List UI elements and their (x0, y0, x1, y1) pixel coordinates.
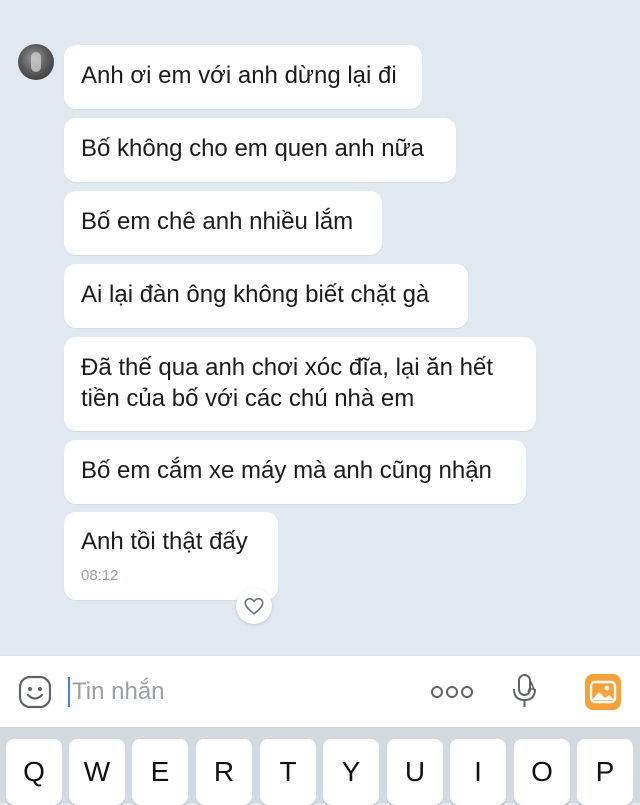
key-w[interactable]: W (69, 739, 125, 805)
message-bubble[interactable]: Bố em cắm xe máy mà anh cũng nhận (64, 440, 526, 504)
message-text: Bố không cho em quen anh nữa (81, 135, 424, 162)
message-bubble[interactable]: Bố không cho em quen anh nữa (64, 118, 456, 182)
message-text: Bố em cắm xe máy mà anh cũng nhận (81, 457, 492, 484)
message-bubble[interactable]: Đã thế qua anh chơi xóc đĩa, lại ăn hết … (64, 337, 536, 431)
key-i[interactable]: I (450, 739, 506, 805)
message-timestamp: 08:12 (81, 567, 119, 584)
key-e[interactable]: E (132, 739, 188, 805)
keyboard: Q W E R T Y U I O P (0, 727, 640, 805)
heart-icon (244, 597, 264, 615)
emoji-icon[interactable] (18, 675, 52, 709)
message-text: Anh tồi thật đấy (81, 528, 248, 555)
mic-icon[interactable] (510, 672, 540, 710)
gallery-icon (589, 680, 617, 704)
chat-area: Anh ơi em với anh dừng lại đi Bố không c… (0, 0, 640, 655)
more-icon[interactable] (430, 684, 474, 700)
message-bubble[interactable]: Anh tồi thật đấy 08:12 (64, 512, 278, 600)
message-text: Anh ơi em với anh dừng lại đi (81, 62, 397, 89)
message-text: Ai lại đàn ông không biết chặt gà (81, 281, 430, 308)
message-input-bar: Tin nhắn (0, 655, 640, 728)
message-bubble[interactable]: Anh ơi em với anh dừng lại đi (64, 45, 422, 109)
key-o[interactable]: O (514, 739, 570, 805)
key-y[interactable]: Y (323, 739, 379, 805)
message-input[interactable]: Tin nhắn (72, 677, 165, 707)
message-bubble[interactable]: Ai lại đàn ông không biết chặt gà (64, 264, 468, 328)
react-heart-button[interactable] (236, 588, 272, 624)
message-text-line: tiền của bố với các chú nhà em (81, 385, 415, 412)
sender-avatar[interactable] (18, 44, 54, 80)
text-caret (68, 677, 70, 707)
key-p[interactable]: P (577, 739, 633, 805)
key-u[interactable]: U (387, 739, 443, 805)
message-text-line: Đã thế qua anh chơi xóc đĩa, lại ăn hết (81, 354, 494, 381)
gallery-button[interactable] (585, 674, 621, 710)
key-t[interactable]: T (260, 739, 316, 805)
key-r[interactable]: R (196, 739, 252, 805)
message-text: Bố em chê anh nhiều lắm (81, 208, 354, 235)
message-bubble[interactable]: Bố em chê anh nhiều lắm (64, 191, 382, 255)
key-q[interactable]: Q (6, 739, 62, 805)
